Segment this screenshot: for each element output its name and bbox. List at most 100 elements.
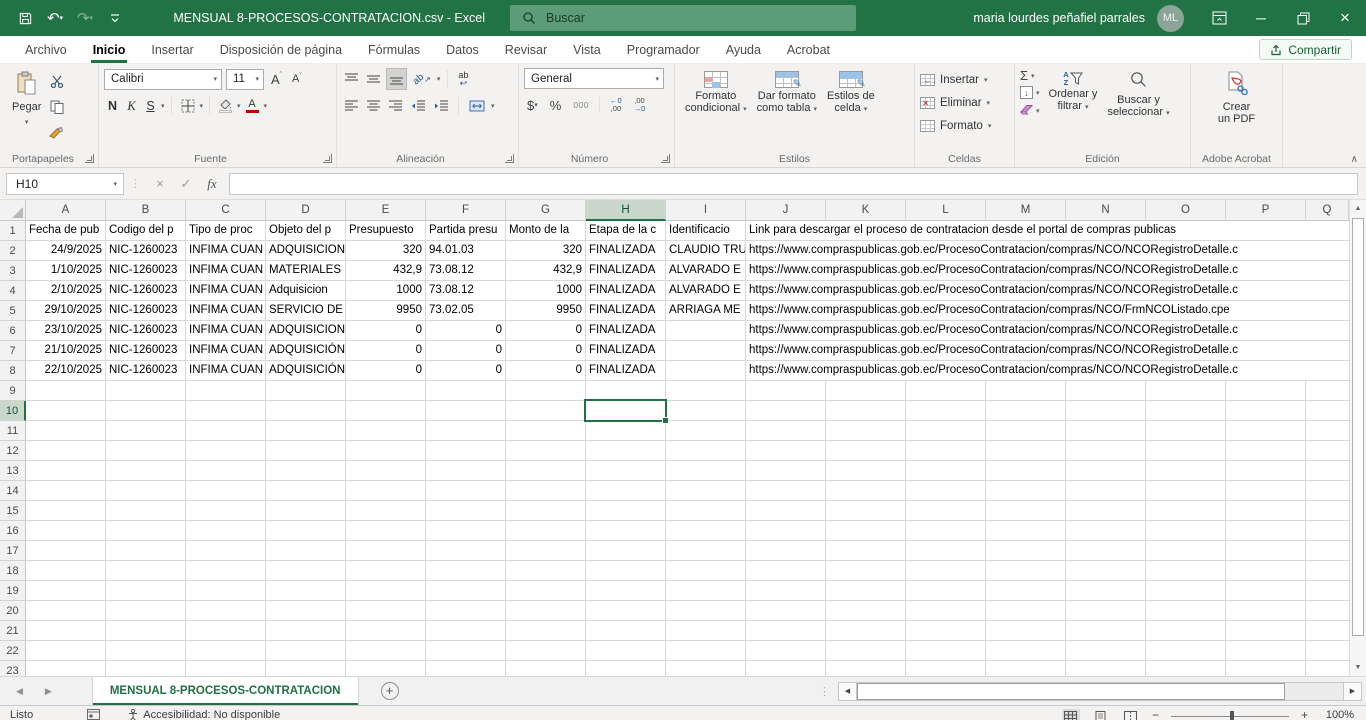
cell-B2[interactable]: NIC-1260023 xyxy=(106,241,186,261)
tab-archivo[interactable]: Archivo xyxy=(12,36,80,63)
cell-K19[interactable] xyxy=(826,581,906,601)
cell-J15[interactable] xyxy=(746,501,826,521)
cell-P23[interactable] xyxy=(1226,661,1306,676)
cell-G1[interactable]: Monto de la xyxy=(506,221,586,241)
cell-P22[interactable] xyxy=(1226,641,1306,661)
cell-I1[interactable]: Identificacio xyxy=(666,221,746,241)
cell-F10[interactable] xyxy=(426,401,506,421)
cell-J19[interactable] xyxy=(746,581,826,601)
cell-H17[interactable] xyxy=(586,541,666,561)
cell-J16[interactable] xyxy=(746,521,826,541)
accessibility-status[interactable]: Accesibilidad: No disponible xyxy=(128,709,280,720)
cell-E20[interactable] xyxy=(346,601,426,621)
cell-G3[interactable]: 432,9 xyxy=(506,261,586,281)
cell-F4[interactable]: 73.08.12 xyxy=(426,281,506,301)
cell-K16[interactable] xyxy=(826,521,906,541)
cell-D8[interactable]: ADQUISICIÓN xyxy=(266,361,346,381)
cell-C4[interactable]: INFIMA CUAN xyxy=(186,281,266,301)
cell-G19[interactable] xyxy=(506,581,586,601)
cell-J2[interactable]: https://www.compraspublicas.gob.ec/Proce… xyxy=(746,241,1349,261)
cell-I20[interactable] xyxy=(666,601,746,621)
cell-H21[interactable] xyxy=(586,621,666,641)
row-header-12[interactable]: 12 xyxy=(0,441,26,461)
cell-J3[interactable]: https://www.compraspublicas.gob.ec/Proce… xyxy=(746,261,1349,281)
cell-J23[interactable] xyxy=(746,661,826,676)
cell-D22[interactable] xyxy=(266,641,346,661)
cell-E12[interactable] xyxy=(346,441,426,461)
cell-I9[interactable] xyxy=(666,381,746,401)
cell-H9[interactable] xyxy=(586,381,666,401)
cell-J17[interactable] xyxy=(746,541,826,561)
cell-Q12[interactable] xyxy=(1306,441,1349,461)
cell-C20[interactable] xyxy=(186,601,266,621)
cell-H18[interactable] xyxy=(586,561,666,581)
cell-C2[interactable]: INFIMA CUAN xyxy=(186,241,266,261)
number-format-select[interactable]: General▾ xyxy=(524,68,664,89)
cell-O20[interactable] xyxy=(1146,601,1226,621)
column-header-M[interactable]: M xyxy=(986,200,1066,221)
cell-E19[interactable] xyxy=(346,581,426,601)
cell-P21[interactable] xyxy=(1226,621,1306,641)
underline-button[interactable]: S xyxy=(142,95,159,117)
decrease-indent-icon[interactable] xyxy=(408,95,428,117)
cell-E21[interactable] xyxy=(346,621,426,641)
font-name-select[interactable]: Calibri▾ xyxy=(104,69,222,90)
align-right-icon[interactable] xyxy=(386,95,405,117)
borders-icon[interactable] xyxy=(178,95,198,117)
cell-O11[interactable] xyxy=(1146,421,1226,441)
number-dialog-launcher[interactable] xyxy=(661,154,670,163)
cell-E18[interactable] xyxy=(346,561,426,581)
cell-J11[interactable] xyxy=(746,421,826,441)
cell-J5[interactable]: https://www.compraspublicas.gob.ec/Proce… xyxy=(746,301,1349,321)
cell-E11[interactable] xyxy=(346,421,426,441)
cell-A11[interactable] xyxy=(26,421,106,441)
cell-C15[interactable] xyxy=(186,501,266,521)
cell-E3[interactable]: 432,9 xyxy=(346,261,426,281)
cell-N15[interactable] xyxy=(1066,501,1146,521)
cell-J22[interactable] xyxy=(746,641,826,661)
row-header-21[interactable]: 21 xyxy=(0,621,26,641)
increase-decimal-button[interactable]: ←0,00 xyxy=(607,97,625,113)
cell-G13[interactable] xyxy=(506,461,586,481)
cell-E9[interactable] xyxy=(346,381,426,401)
cell-I10[interactable] xyxy=(666,401,746,421)
next-sheet-icon[interactable]: ▶ xyxy=(45,686,52,697)
cell-M23[interactable] xyxy=(986,661,1066,676)
cell-P17[interactable] xyxy=(1226,541,1306,561)
cell-G7[interactable]: 0 xyxy=(506,341,586,361)
macro-record-icon[interactable] xyxy=(87,709,100,720)
cell-G6[interactable]: 0 xyxy=(506,321,586,341)
cell-I5[interactable]: ARRIAGA ME xyxy=(666,301,746,321)
undo-icon[interactable]: ↶▾ xyxy=(40,0,70,36)
cell-F1[interactable]: Partida presu xyxy=(426,221,506,241)
cell-A6[interactable]: 23/10/2025 xyxy=(26,321,106,341)
cell-F20[interactable] xyxy=(426,601,506,621)
column-header-H[interactable]: H xyxy=(586,200,666,221)
cell-H14[interactable] xyxy=(586,481,666,501)
cell-L9[interactable] xyxy=(906,381,986,401)
cell-B12[interactable] xyxy=(106,441,186,461)
format-cells-button[interactable]: Formato▾ xyxy=(920,115,991,136)
cell-C8[interactable]: INFIMA CUAN xyxy=(186,361,266,381)
cell-G12[interactable] xyxy=(506,441,586,461)
cell-F16[interactable] xyxy=(426,521,506,541)
cell-I19[interactable] xyxy=(666,581,746,601)
row-header-16[interactable]: 16 xyxy=(0,521,26,541)
cell-G4[interactable]: 1000 xyxy=(506,281,586,301)
cell-D1[interactable]: Objeto del p xyxy=(266,221,346,241)
cell-B21[interactable] xyxy=(106,621,186,641)
column-header-D[interactable]: D xyxy=(266,200,346,221)
cell-C6[interactable]: INFIMA CUAN xyxy=(186,321,266,341)
cell-B15[interactable] xyxy=(106,501,186,521)
row-header-17[interactable]: 17 xyxy=(0,541,26,561)
scroll-right-icon[interactable]: ▶ xyxy=(1343,682,1362,701)
cell-M11[interactable] xyxy=(986,421,1066,441)
page-layout-view-icon[interactable] xyxy=(1092,709,1110,720)
font-color-icon[interactable]: A xyxy=(243,95,262,117)
align-center-icon[interactable] xyxy=(364,95,383,117)
cell-I17[interactable] xyxy=(666,541,746,561)
alignment-dialog-launcher[interactable] xyxy=(505,154,514,163)
restore-button[interactable] xyxy=(1282,0,1324,36)
delete-cells-button[interactable]: × Eliminar▾ xyxy=(920,92,991,113)
cell-H16[interactable] xyxy=(586,521,666,541)
